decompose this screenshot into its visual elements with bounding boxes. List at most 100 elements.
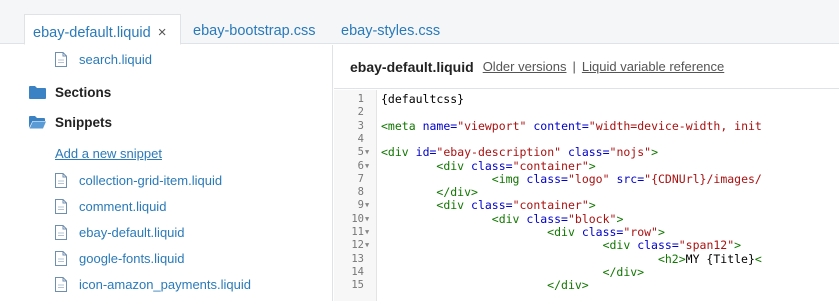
close-icon[interactable]: × — [158, 24, 167, 41]
code-text: </div> — [381, 279, 589, 292]
link-separator: | — [572, 59, 576, 74]
code-text: <div class="container"> — [381, 198, 595, 213]
line-number: 15 — [351, 279, 364, 292]
editor-filename: ebay-default.liquid — [350, 58, 474, 75]
code-line: 5 ▼ <div id="ebay-description" class="nojs… — [334, 146, 839, 159]
code-token: > — [651, 145, 659, 160]
code-token: "nojs" — [609, 145, 652, 160]
code-text: <div class="row"> — [381, 226, 665, 239]
file-icon — [55, 51, 67, 67]
line-number: 8 — [357, 186, 364, 199]
snippet-item[interactable]: comment.liquid — [55, 194, 166, 218]
folder-label: Snippets — [55, 114, 113, 130]
liquid-variable-reference-link[interactable]: Liquid variable reference — [582, 59, 724, 74]
folder-sections[interactable]: Sections — [29, 80, 111, 104]
fold-arrow-icon[interactable]: ▼ — [365, 160, 369, 173]
code-token: "{CDNUrl}/images/ — [644, 171, 762, 186]
code-token: "viewport" — [457, 118, 527, 133]
code-line: 3 <meta name="viewport" content="width=de… — [334, 118, 839, 133]
file-item-search-liquid[interactable]: search.liquid — [55, 47, 152, 71]
code-text: <div class="block"> — [381, 211, 624, 226]
editor-header: ebay-default.liquid Older versions | Liq… — [334, 45, 839, 89]
code-line: 6 ▼ <div class="container"> — [334, 158, 839, 173]
code-line: 2 — [334, 106, 839, 119]
code-token: "container" — [512, 198, 589, 213]
code-token: "container" — [512, 158, 589, 173]
code-text: <img class="logo" src="{CDNUrl}/images/ — [381, 171, 762, 186]
code-token: <div — [491, 211, 520, 226]
code-token: > — [657, 225, 665, 239]
code-token: <meta — [381, 118, 416, 133]
snippet-item[interactable]: ebay-default.liquid — [55, 220, 185, 244]
line-number: 1 — [357, 93, 364, 105]
code-token: class= — [581, 225, 624, 239]
code-token: content= — [533, 118, 589, 133]
tab-ebay-styles-css[interactable]: ebay-styles.css — [341, 14, 440, 45]
code-token: class= — [637, 238, 679, 253]
code-token: <div — [436, 198, 465, 213]
code-text: </div> — [381, 186, 478, 199]
code-line: 13 <h2>MY {Title}< — [334, 251, 839, 266]
snippet-item[interactable]: icon-amazon_payments.liquid — [55, 272, 251, 296]
add-snippet-link[interactable]: Add a new snippet — [55, 141, 162, 165]
fold-arrow-icon[interactable]: ▼ — [365, 146, 369, 159]
code-line: 15 </div> — [334, 279, 839, 292]
line-number: 9 — [357, 199, 364, 212]
fold-arrow-icon[interactable]: ▼ — [365, 226, 369, 239]
folder-open-icon — [29, 115, 46, 129]
file-icon — [55, 250, 67, 266]
code-token: < — [754, 251, 762, 266]
code-text: <div class="container"> — [381, 158, 596, 173]
code-token: > — [588, 158, 596, 173]
code-editor-panel: ebay-default.liquid Older versions | Liq… — [334, 45, 839, 301]
code-line: 7 <img class="logo" src="{CDNUrl}/images… — [334, 171, 839, 186]
line-number: 10 — [351, 212, 364, 225]
file-icon — [55, 224, 67, 240]
code-token: "block" — [567, 211, 617, 226]
code-token: <img — [491, 171, 520, 186]
file-name: collection-grid-item.liquid — [79, 172, 223, 188]
file-name: icon-amazon_payments.liquid — [79, 276, 251, 292]
file-icon — [55, 172, 67, 188]
line-number: 14 — [351, 265, 364, 278]
tab-ebay-bootstrap-css[interactable]: ebay-bootstrap.css — [193, 14, 316, 45]
snippet-item[interactable]: collection-grid-item.liquid — [55, 168, 222, 192]
editor-tab-bar: ebay-default.liquid × ebay-bootstrap.css … — [0, 0, 839, 45]
code-token: id= — [415, 145, 437, 160]
code-line: 11 ▼ <div class="row"> — [334, 226, 839, 239]
code-token: "width=device-width, init — [588, 118, 762, 133]
line-number: 2 — [357, 106, 364, 119]
code-token: <div — [436, 158, 465, 173]
code-token: <div — [602, 238, 631, 253]
folder-snippets[interactable]: Snippets — [29, 110, 112, 134]
tab-ebay-default-liquid[interactable]: ebay-default.liquid × — [24, 14, 181, 45]
code-token: class= — [526, 211, 568, 226]
line-number: 4 — [357, 132, 364, 145]
snippet-item[interactable]: google-fonts.liquid — [55, 246, 185, 270]
file-name: comment.liquid — [79, 198, 167, 214]
code-text: <h2>MY {Title}< — [381, 251, 762, 266]
line-number: 5 — [357, 146, 364, 159]
code-text: <meta name="viewport" content="width=dev… — [381, 118, 762, 133]
tab-label: ebay-bootstrap.css — [193, 23, 316, 39]
code-token: class= — [471, 158, 513, 173]
code-token: > — [616, 211, 624, 226]
tab-label: ebay-default.liquid — [33, 25, 151, 41]
fold-arrow-icon[interactable]: ▼ — [365, 213, 369, 226]
fold-arrow-icon[interactable]: ▼ — [365, 239, 369, 252]
code-line: 1 {defaultcss} — [334, 93, 839, 106]
code-area[interactable]: 1 {defaultcss} 2 3 <meta name="viewport" con… — [334, 90, 839, 301]
code-line: 14 </div> — [334, 265, 839, 279]
older-versions-link[interactable]: Older versions — [483, 59, 567, 74]
code-line: 4 — [334, 133, 839, 146]
fold-arrow-icon[interactable]: ▼ — [365, 199, 369, 212]
code-token: class= — [567, 145, 610, 160]
